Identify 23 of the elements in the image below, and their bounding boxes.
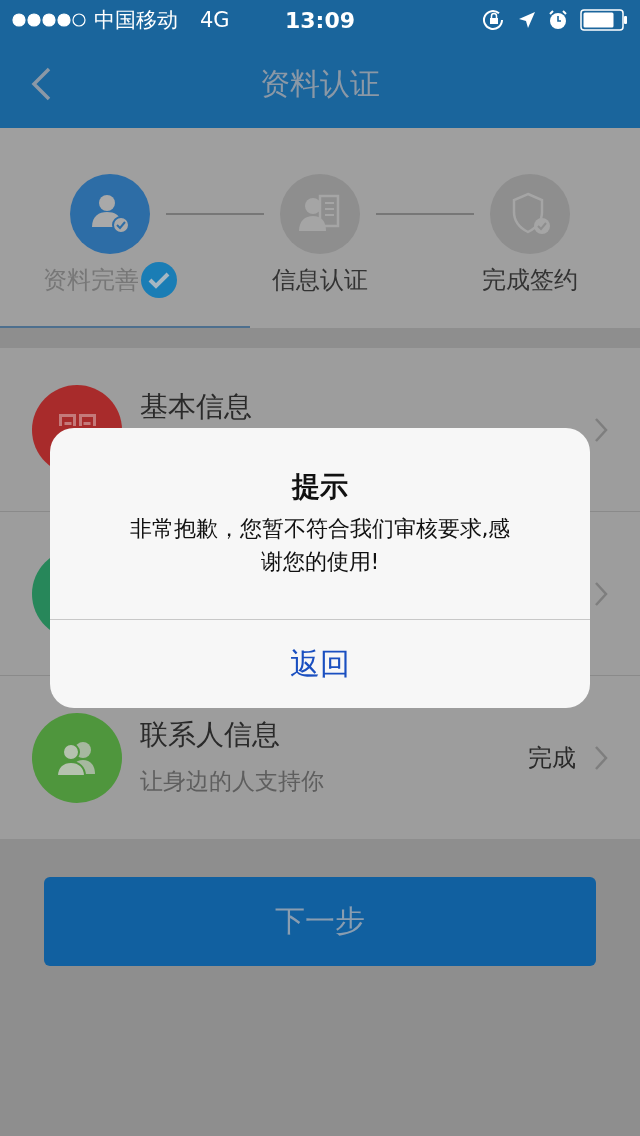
battery-icon	[580, 9, 628, 31]
row-status: 完成	[528, 742, 576, 774]
chevron-icon[interactable]	[594, 580, 608, 607]
row-title: 基本信息	[140, 389, 253, 425]
row-subtitle: 让身边的人支持你	[140, 767, 325, 796]
back-icon[interactable]	[30, 67, 52, 101]
chevron-icon[interactable]	[594, 744, 608, 771]
network-type: 4G	[200, 8, 230, 32]
rotation-lock-icon	[482, 9, 506, 31]
dialog-message: 非常抱歉，您暂不符合我们审核要求,感谢您的使用!	[128, 515, 512, 576]
chevron-icon[interactable]	[594, 416, 608, 443]
row-title: 联系人信息	[140, 717, 281, 753]
book-icon	[58, 413, 96, 426]
dialog-title: 提示	[292, 469, 348, 505]
step-label: 完成签约	[482, 265, 578, 296]
page-title: 资料认证	[260, 64, 380, 103]
back-button[interactable]: 返回	[50, 620, 590, 708]
location-icon	[518, 11, 536, 29]
signal-icon	[12, 13, 86, 27]
clock-time: 13:09	[285, 7, 355, 33]
carrier-name: 中国移动	[94, 7, 178, 34]
step-label: 信息认证	[272, 265, 368, 296]
alarm-icon	[548, 10, 568, 30]
